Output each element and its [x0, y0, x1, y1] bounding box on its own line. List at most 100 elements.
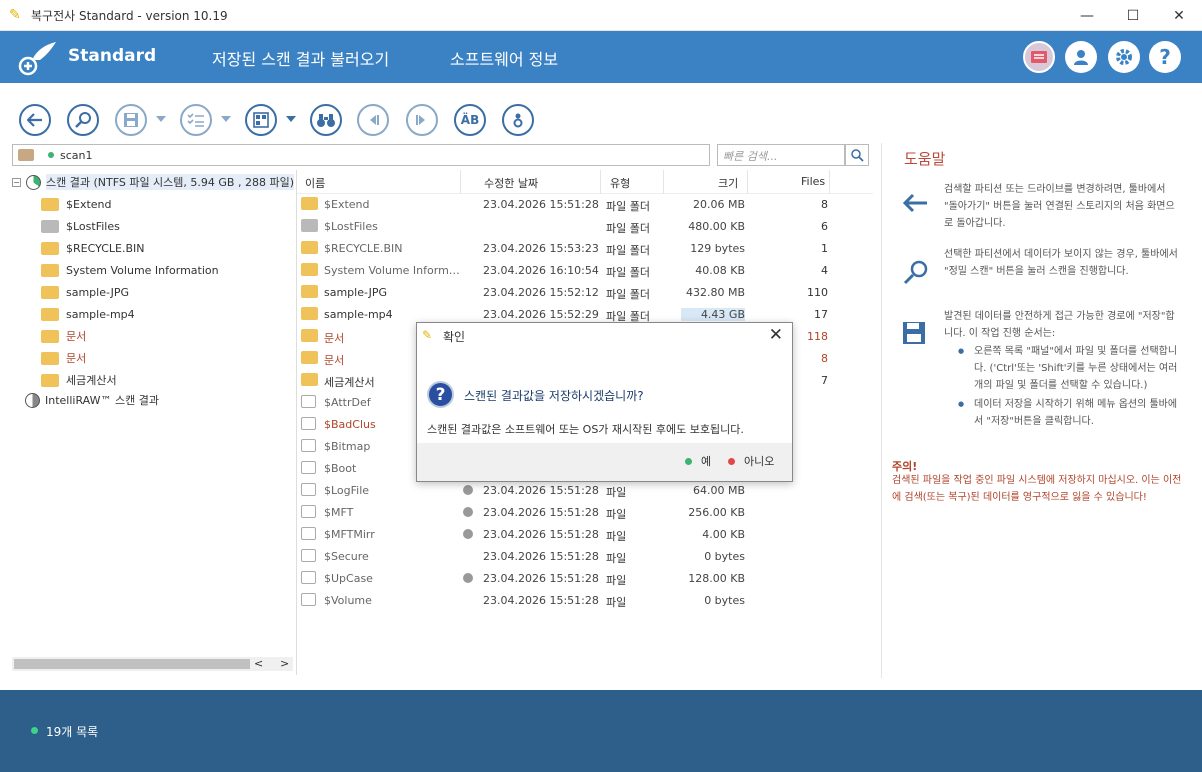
settings-button[interactable]: [1108, 41, 1140, 73]
dialog-message: 스캔된 결과값은 소프트웨어 또는 OS가 재시작된 후에도 보호됩니다.: [427, 423, 744, 436]
table-row[interactable]: $UpCase 23.04.2026 15:51:28 파일 128.00 KB: [297, 567, 873, 589]
cell-name: $Secure: [324, 550, 369, 563]
help-steps: 오른쪽 목록 "패널"에서 파일 및 폴더를 선택합니다. ('Ctrl'또는 …: [944, 343, 1184, 432]
view-dropdown-arrow[interactable]: [286, 116, 296, 122]
cell-files: 1: [821, 242, 828, 255]
tree-item[interactable]: 세금계산서: [41, 369, 117, 391]
cell-type: 파일 폴더: [606, 288, 650, 301]
save-button[interactable]: [115, 104, 147, 136]
select-dropdown-arrow[interactable]: [221, 116, 231, 122]
tree-item-label: $LostFiles: [66, 219, 120, 233]
find-button[interactable]: [310, 104, 342, 136]
no-label: 아니오: [744, 455, 775, 468]
file-icon: [301, 571, 316, 584]
tree-root[interactable]: − 스캔 결과 (NTFS 파일 시스템, 5.94 GB , 288 파일): [12, 171, 294, 193]
tree-item-label: System Volume Information: [66, 263, 219, 277]
col-date[interactable]: 수정한 날짜: [484, 175, 538, 191]
card-icon: [1031, 51, 1047, 63]
table-row[interactable]: $MFT 23.04.2026 15:51:28 파일 256.00 KB: [297, 501, 873, 523]
tree-item[interactable]: $RECYCLE.BIN: [41, 237, 144, 259]
text-encoding-button[interactable]: ÄB: [454, 104, 486, 136]
table-row[interactable]: $Extend 23.04.2026 15:51:28 파일 폴더 20.06 MB 8: [297, 193, 873, 215]
cell-size: 129 bytes: [690, 242, 745, 255]
table-row[interactable]: sample-JPG 23.04.2026 15:52:12 파일 폴더 432.80…: [297, 281, 873, 303]
cell-date: 23.04.2026 15:51:28: [483, 528, 599, 541]
warning-text: 검색된 파일을 작업 중인 파일 시스템에 저장하지 마십시오. 이는 이전에 …: [892, 475, 1182, 503]
col-size[interactable]: 크기: [718, 175, 738, 191]
save-dropdown-arrow[interactable]: [156, 116, 166, 122]
cell-type: 파일: [606, 552, 627, 565]
cell-date: 23.04.2026 16:10:54: [483, 264, 599, 277]
prev-button[interactable]: [357, 104, 389, 136]
file-icon: [301, 483, 316, 496]
tree-horizontal-scrollbar[interactable]: < >: [12, 657, 293, 671]
folder-icon: [18, 149, 34, 161]
table-row[interactable]: System Volume Informati... 23.04.2026 16:…: [297, 259, 873, 281]
folder-icon: [41, 285, 59, 299]
tree-item-label: 세금계산서: [66, 374, 117, 387]
cell-date: 23.04.2026 15:52:12: [483, 286, 599, 299]
select-button[interactable]: [180, 104, 212, 136]
view-button[interactable]: [245, 104, 277, 136]
close-button[interactable]: ✕: [1156, 0, 1202, 31]
back-button[interactable]: [19, 104, 51, 136]
wing-logo-icon: [18, 42, 56, 76]
cell-date: 23.04.2026 15:53:23: [483, 242, 599, 255]
help-text-save: 발견된 데이터를 안전하게 접근 가능한 경로에 "저장"합니다. 이 작업 진…: [944, 311, 1175, 339]
dialog-close-button[interactable]: ✕: [769, 325, 783, 345]
file-icon: [301, 461, 316, 474]
state-dot-icon: [463, 507, 473, 517]
file-icon: [301, 593, 316, 606]
col-name[interactable]: 이름: [305, 175, 325, 191]
window-title: 복구전사 Standard - version 10.19: [31, 8, 228, 23]
scrollbar-thumb[interactable]: [14, 659, 250, 669]
folder-icon: [41, 197, 59, 211]
help-text-back: 검색할 파티션 또는 드라이브를 변경하려면, 툴바에서 "돌아가기" 버튼을 …: [944, 184, 1175, 229]
file-icon: [301, 395, 316, 408]
item-count: 19개 목록: [46, 725, 99, 739]
tree-root-label: 스캔 결과 (NTFS 파일 시스템, 5.94 GB , 288 파일): [46, 174, 294, 190]
tree-item[interactable]: 문서: [41, 347, 86, 369]
yes-button[interactable]: 예: [685, 453, 711, 469]
no-button[interactable]: 아니오: [728, 453, 774, 469]
table-row[interactable]: $Volume 23.04.2026 15:51:28 파일 0 bytes: [297, 589, 873, 611]
deep-scan-button[interactable]: [67, 104, 99, 136]
tree-item[interactable]: 문서: [41, 325, 86, 347]
maximize-button[interactable]: ☐: [1110, 0, 1156, 31]
tree-item[interactable]: sample-JPG: [41, 281, 129, 303]
cell-type: 파일 폴더: [606, 200, 650, 213]
file-icon: [301, 439, 316, 452]
scroll-left-icon[interactable]: <: [254, 657, 263, 670]
tree-item[interactable]: System Volume Information: [41, 259, 219, 281]
register-button[interactable]: [1023, 41, 1055, 73]
tree-intelliraw[interactable]: IntelliRAW™ 스캔 결과: [25, 389, 159, 411]
tree-item[interactable]: $LostFiles: [41, 215, 120, 237]
next-button[interactable]: [406, 104, 438, 136]
help-button[interactable]: ?: [1149, 41, 1181, 73]
table-row[interactable]: $Secure 23.04.2026 15:51:28 파일 0 bytes: [297, 545, 873, 567]
col-type[interactable]: 유형: [610, 175, 630, 191]
tree-item[interactable]: sample-mp4: [41, 303, 135, 325]
collapse-icon[interactable]: −: [12, 177, 21, 187]
question-icon: ?: [427, 381, 454, 408]
menu-about[interactable]: 소프트웨어 정보: [450, 46, 558, 70]
menu-load-scan[interactable]: 저장된 스캔 결과 불러오기: [212, 46, 389, 70]
table-row[interactable]: $LogFile 23.04.2026 15:51:28 파일 64.00 MB: [297, 479, 873, 501]
file-icon: [301, 505, 316, 518]
table-row[interactable]: $RECYCLE.BIN 23.04.2026 15:53:23 파일 폴더 129 …: [297, 237, 873, 259]
account-button[interactable]: [1065, 41, 1097, 73]
table-row[interactable]: $MFTMirr 23.04.2026 15:51:28 파일 4.00 KB: [297, 523, 873, 545]
step-forward-icon: [416, 115, 425, 125]
quick-search-input[interactable]: 빠른 검색...: [717, 144, 845, 166]
scroll-right-icon[interactable]: >: [280, 657, 289, 670]
search-button[interactable]: [845, 144, 869, 166]
col-files[interactable]: Files: [801, 175, 825, 188]
cell-name: $Volume: [324, 594, 372, 607]
floppy-icon: [902, 321, 930, 349]
minimize-button[interactable]: —: [1064, 0, 1110, 31]
table-row[interactable]: $LostFiles 파일 폴더 480.00 KB 6: [297, 215, 873, 237]
cell-date: 23.04.2026 15:51:28: [483, 506, 599, 519]
info-button[interactable]: [502, 104, 534, 136]
cell-files: 8: [821, 352, 828, 365]
tree-item[interactable]: $Extend: [41, 193, 112, 215]
